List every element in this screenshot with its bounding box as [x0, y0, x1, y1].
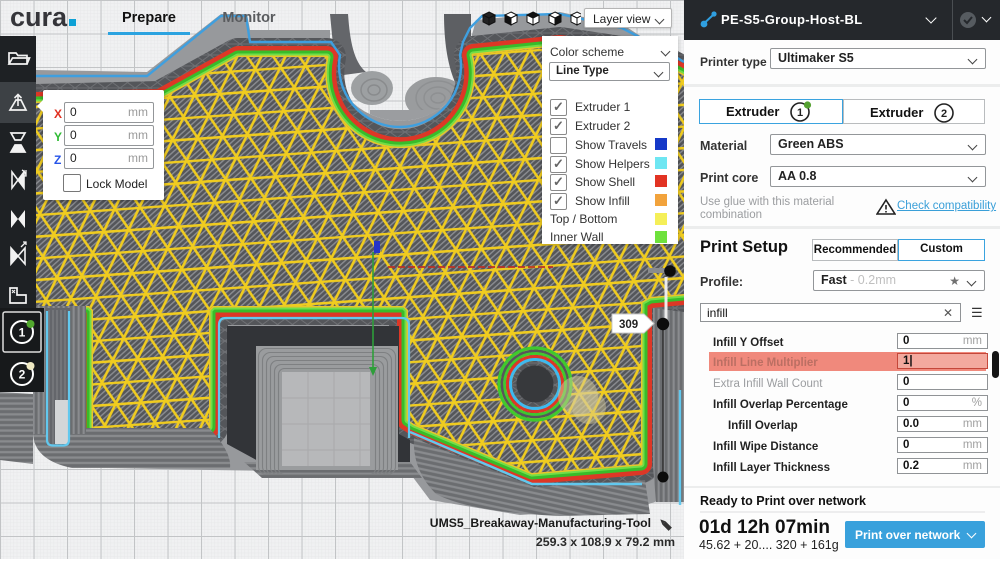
- svg-text:2: 2: [19, 368, 26, 382]
- svg-text:1: 1: [797, 107, 803, 119]
- svg-text:2: 2: [941, 108, 947, 120]
- svg-text:309: 309: [619, 319, 638, 331]
- svg-text:1: 1: [19, 326, 26, 340]
- svg-text:UMS5_Breakaway-Manufacturing-T: UMS5_Breakaway-Manufacturing-Tool: [430, 516, 651, 530]
- svg-text:259.3 x 108.9 x 79.2 mm: 259.3 x 108.9 x 79.2 mm: [536, 535, 675, 549]
